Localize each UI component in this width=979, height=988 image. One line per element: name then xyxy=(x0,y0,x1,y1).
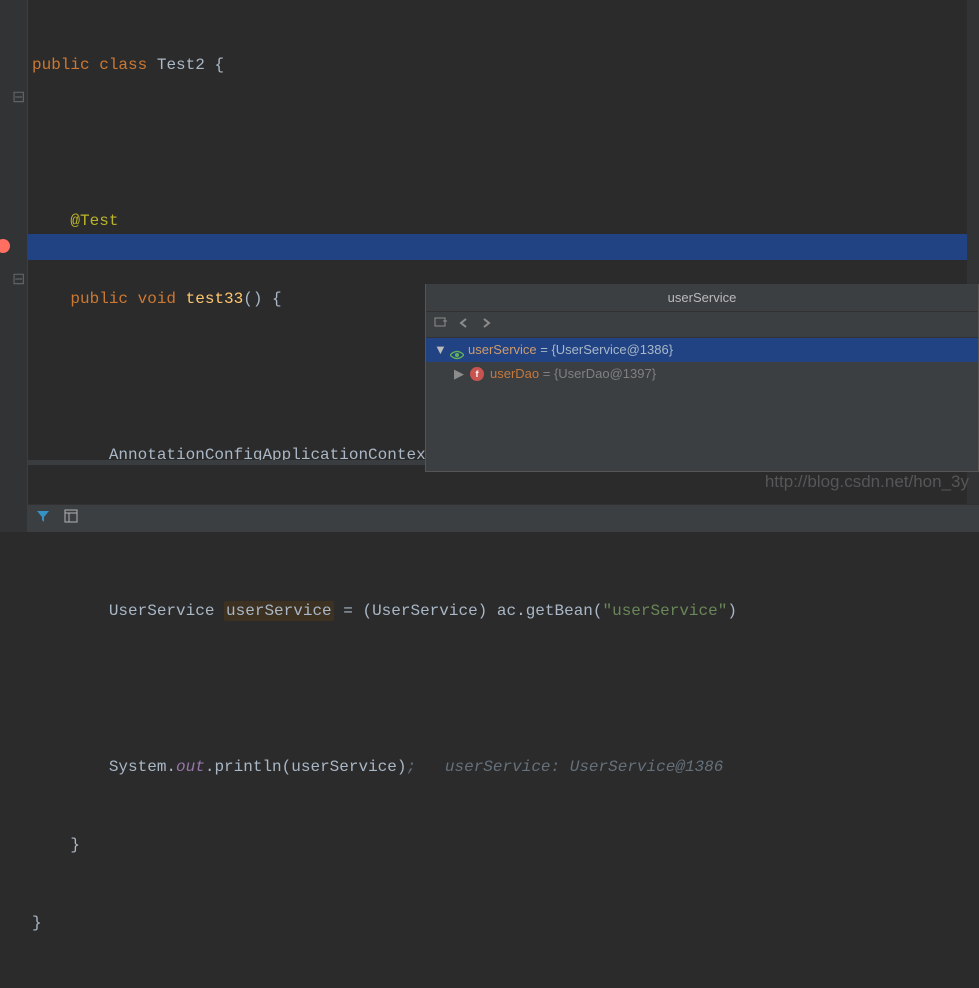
keyword: void xyxy=(138,290,176,308)
watch-icon xyxy=(450,344,462,356)
string-literal: "userService" xyxy=(603,602,728,620)
code-text: System. xyxy=(109,758,176,776)
debug-panel-title: userService xyxy=(426,284,978,312)
fold-icon[interactable]: ⊟ xyxy=(12,87,20,95)
debug-tree: ▼ userService = {UserService@1386} ▶ f u… xyxy=(426,338,978,386)
keyword: public xyxy=(32,56,90,74)
code-text: () { xyxy=(243,290,281,308)
code-text: .println(userService) xyxy=(205,758,407,776)
tree-row-root[interactable]: ▼ userService = {UserService@1386} xyxy=(426,338,978,362)
method-name: test33 xyxy=(186,290,244,308)
code-text: = (UserService) ac.getBean( xyxy=(334,602,603,620)
code-text: UserService xyxy=(109,602,224,620)
brace: } xyxy=(70,836,80,854)
variable-value: = {UserDao@1397} xyxy=(539,366,656,381)
keyword: public xyxy=(70,290,128,308)
static-field: out xyxy=(176,758,205,776)
new-watch-icon[interactable] xyxy=(434,315,448,334)
fold-icon[interactable]: ⊟ xyxy=(12,269,20,277)
variable-value: = {UserService@1386} xyxy=(537,342,673,357)
variable-name: userService xyxy=(468,342,537,357)
expand-arrow-icon[interactable]: ▶ xyxy=(454,362,464,386)
semicolon: ; xyxy=(406,758,416,776)
debug-variables-panel: userService ▼ userService = {UserService… xyxy=(425,284,979,472)
status-bar xyxy=(0,504,979,532)
variable-highlight: userService xyxy=(224,601,334,621)
breakpoint-icon[interactable] xyxy=(0,239,10,253)
watermark: http://blog.csdn.net/hon_3y xyxy=(765,472,969,492)
debug-toolbar xyxy=(426,312,978,338)
variable-name: userDao xyxy=(490,366,539,381)
layout-icon[interactable] xyxy=(64,509,78,528)
code-area[interactable]: public class Test2 { @Test public void t… xyxy=(0,0,979,988)
filter-icon[interactable] xyxy=(36,509,50,528)
tree-row-child[interactable]: ▶ f userDao = {UserDao@1397} xyxy=(426,362,978,386)
keyword: class xyxy=(99,56,147,74)
class-name: Test2 xyxy=(157,56,205,74)
brace: { xyxy=(205,56,224,74)
expand-arrow-icon[interactable]: ▼ xyxy=(434,338,444,362)
code-text: ) xyxy=(727,602,737,620)
back-icon[interactable] xyxy=(458,316,470,334)
annotation: @Test xyxy=(70,212,118,230)
brace: } xyxy=(32,914,42,932)
forward-icon[interactable] xyxy=(480,316,492,334)
execution-line-highlight xyxy=(0,234,979,260)
field-icon: f xyxy=(470,367,484,381)
gutter: ⊟ ⊟ xyxy=(0,0,28,532)
editor-container: ⊟ ⊟ public class Test2 { @Test public vo… xyxy=(0,0,979,532)
inline-debug-hint: userService: UserService@1386 xyxy=(416,758,733,776)
